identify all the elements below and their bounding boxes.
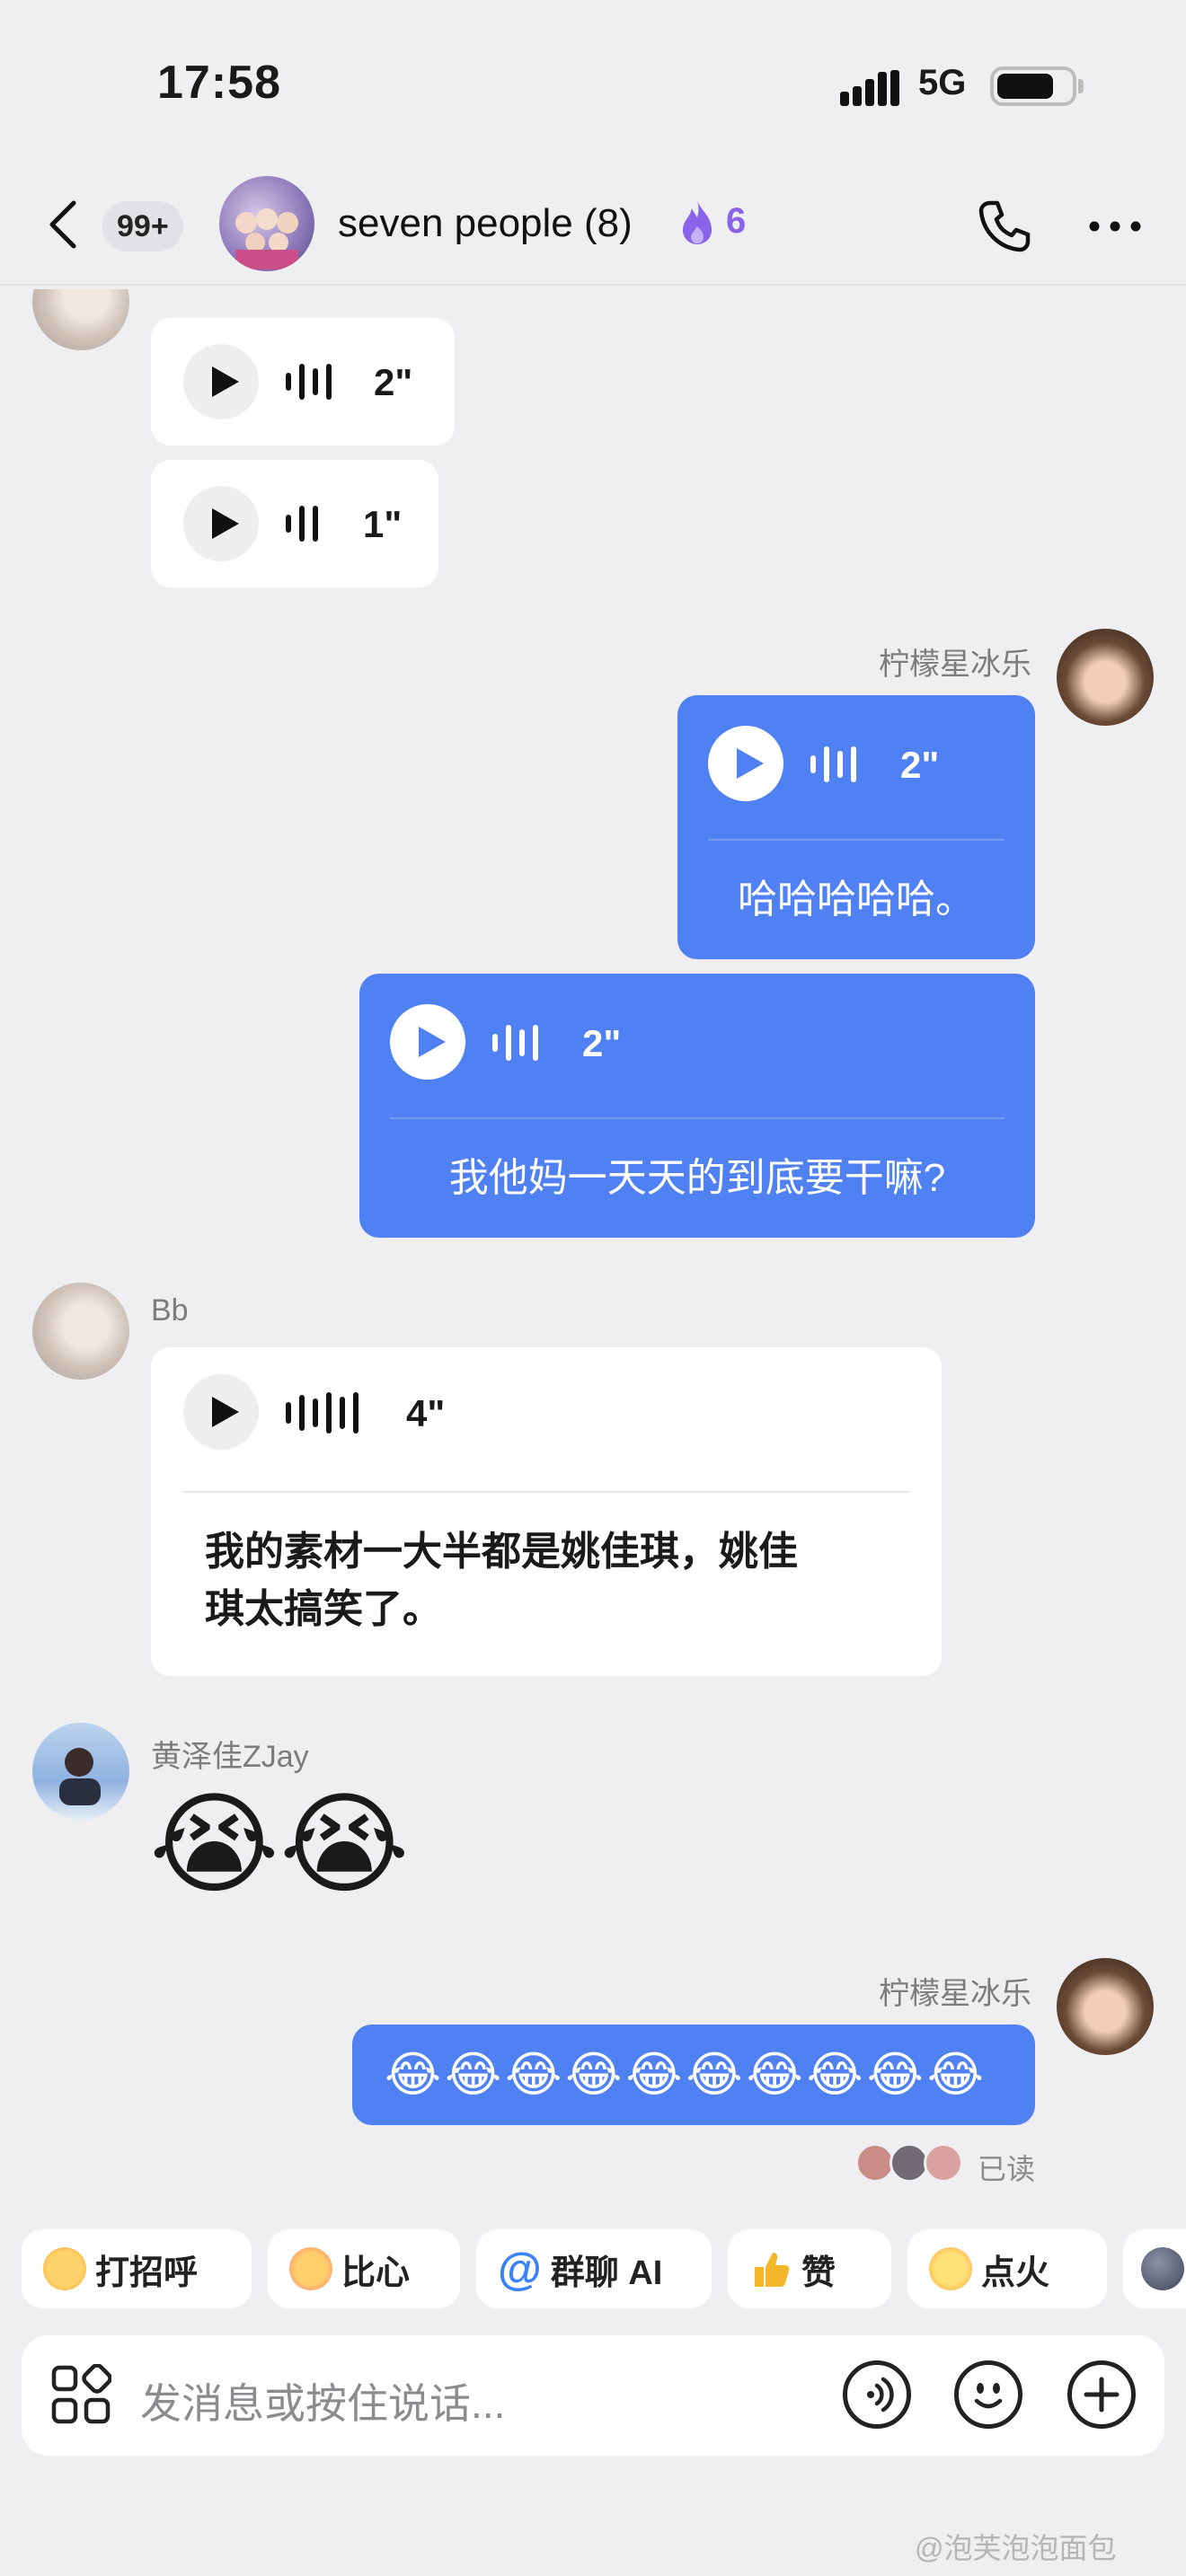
voice-duration: 1": [363, 503, 403, 545]
group-name[interactable]: seven people (8): [338, 201, 633, 246]
sender-name: 柠檬星冰乐: [879, 648, 1031, 682]
voice-message-transcribed[interactable]: 4" 我的素材一大半都是姚佳琪，姚佳 琪太搞笑了。: [151, 1347, 942, 1676]
transcript-line: 琪太搞笑了。: [205, 1587, 442, 1631]
quick-reply-more[interactable]: [1123, 2229, 1186, 2308]
voice-duration: 4": [406, 1392, 446, 1434]
voice-duration: 2": [374, 361, 413, 403]
divider: [708, 839, 1005, 841]
divider: [183, 1491, 909, 1493]
phone-icon[interactable]: [978, 199, 1031, 253]
watermark: @泡芙泡泡面包: [915, 2532, 1117, 2564]
fire-icon: [683, 201, 712, 244]
battery-icon: [990, 66, 1076, 106]
play-icon[interactable]: [183, 344, 259, 419]
thumbs-up-icon: [755, 2253, 790, 2287]
voice-message-transcribed[interactable]: 2" 哈哈哈哈哈。: [677, 695, 1035, 959]
sender-name: 黄泽佳ZJay: [151, 1740, 309, 1774]
voice-duration: 2": [900, 744, 940, 786]
emoji-icon[interactable]: [954, 2360, 1022, 2429]
voice-input-icon[interactable]: [843, 2360, 911, 2429]
read-receipt-avatars[interactable]: [855, 2143, 969, 2183]
emoji-message[interactable]: 😭😭: [149, 1789, 410, 1901]
voice-message[interactable]: 1": [151, 460, 438, 587]
play-icon[interactable]: [183, 486, 259, 561]
avatar-zjay[interactable]: [32, 1723, 129, 1820]
quick-reply-heart[interactable]: 比心: [268, 2229, 460, 2308]
more-icon[interactable]: [1089, 221, 1141, 232]
message-input[interactable]: 发消息或按住说话...: [140, 2371, 505, 2430]
unread-count-badge[interactable]: 99+: [102, 201, 183, 251]
waveform-icon: [286, 503, 318, 544]
read-status: 已读: [978, 2153, 1036, 2185]
quick-reply-group-ai[interactable]: @ 群聊 AI: [476, 2229, 712, 2308]
quick-reply-like[interactable]: 赞: [728, 2229, 891, 2308]
sender-name: Bb: [151, 1293, 189, 1328]
emoji-row: 😂😂😂😂😂😂😂😂😂😂: [385, 2046, 987, 2103]
add-icon[interactable]: [1067, 2360, 1136, 2429]
avatar-bb[interactable]: [32, 1283, 129, 1380]
heart-hand-icon: [289, 2247, 332, 2290]
divider: [390, 1117, 1005, 1119]
group-avatar[interactable]: [219, 176, 314, 271]
voice-message[interactable]: 2": [151, 318, 455, 446]
back-arrow-icon[interactable]: [45, 198, 81, 251]
waveform-icon: [286, 1392, 358, 1434]
play-icon[interactable]: [708, 726, 783, 801]
avatar-self[interactable]: [1057, 1958, 1154, 2055]
quick-reply-ignite[interactable]: 点火: [907, 2229, 1107, 2308]
transcript-text: 哈哈哈哈哈。: [738, 878, 975, 922]
waveform-icon: [286, 361, 332, 402]
greet-icon: [43, 2247, 86, 2290]
fire-count: 6: [726, 201, 747, 241]
play-icon[interactable]: [390, 1004, 465, 1080]
waveform-icon: [492, 1022, 538, 1063]
signal-icon: [840, 70, 899, 106]
apps-grid-icon[interactable]: [50, 2364, 111, 2425]
battery-tip: [1078, 79, 1084, 93]
voice-message-transcribed[interactable]: 2" 我他妈一天天的到底要干嘛?: [359, 974, 1035, 1238]
status-time: 17:58: [157, 57, 281, 109]
transcript-line: 我的素材一大半都是姚佳琪，姚佳: [205, 1530, 798, 1574]
at-icon: @: [498, 2244, 542, 2294]
emoji-message[interactable]: 😂😂😂😂😂😂😂😂😂😂: [352, 2025, 1035, 2125]
quick-reply-greet[interactable]: 打招呼: [22, 2229, 252, 2308]
sender-name: 柠檬星冰乐: [879, 1977, 1031, 2011]
bomb-icon: [1141, 2247, 1184, 2290]
avatar-self[interactable]: [1057, 629, 1154, 726]
transcript-text: 我他妈一天天的到底要干嘛?: [448, 1156, 946, 1200]
ignite-icon: [929, 2247, 972, 2290]
waveform-icon: [810, 744, 856, 785]
play-icon[interactable]: [183, 1374, 259, 1450]
network-type: 5G: [918, 63, 967, 102]
voice-duration: 2": [582, 1022, 622, 1064]
